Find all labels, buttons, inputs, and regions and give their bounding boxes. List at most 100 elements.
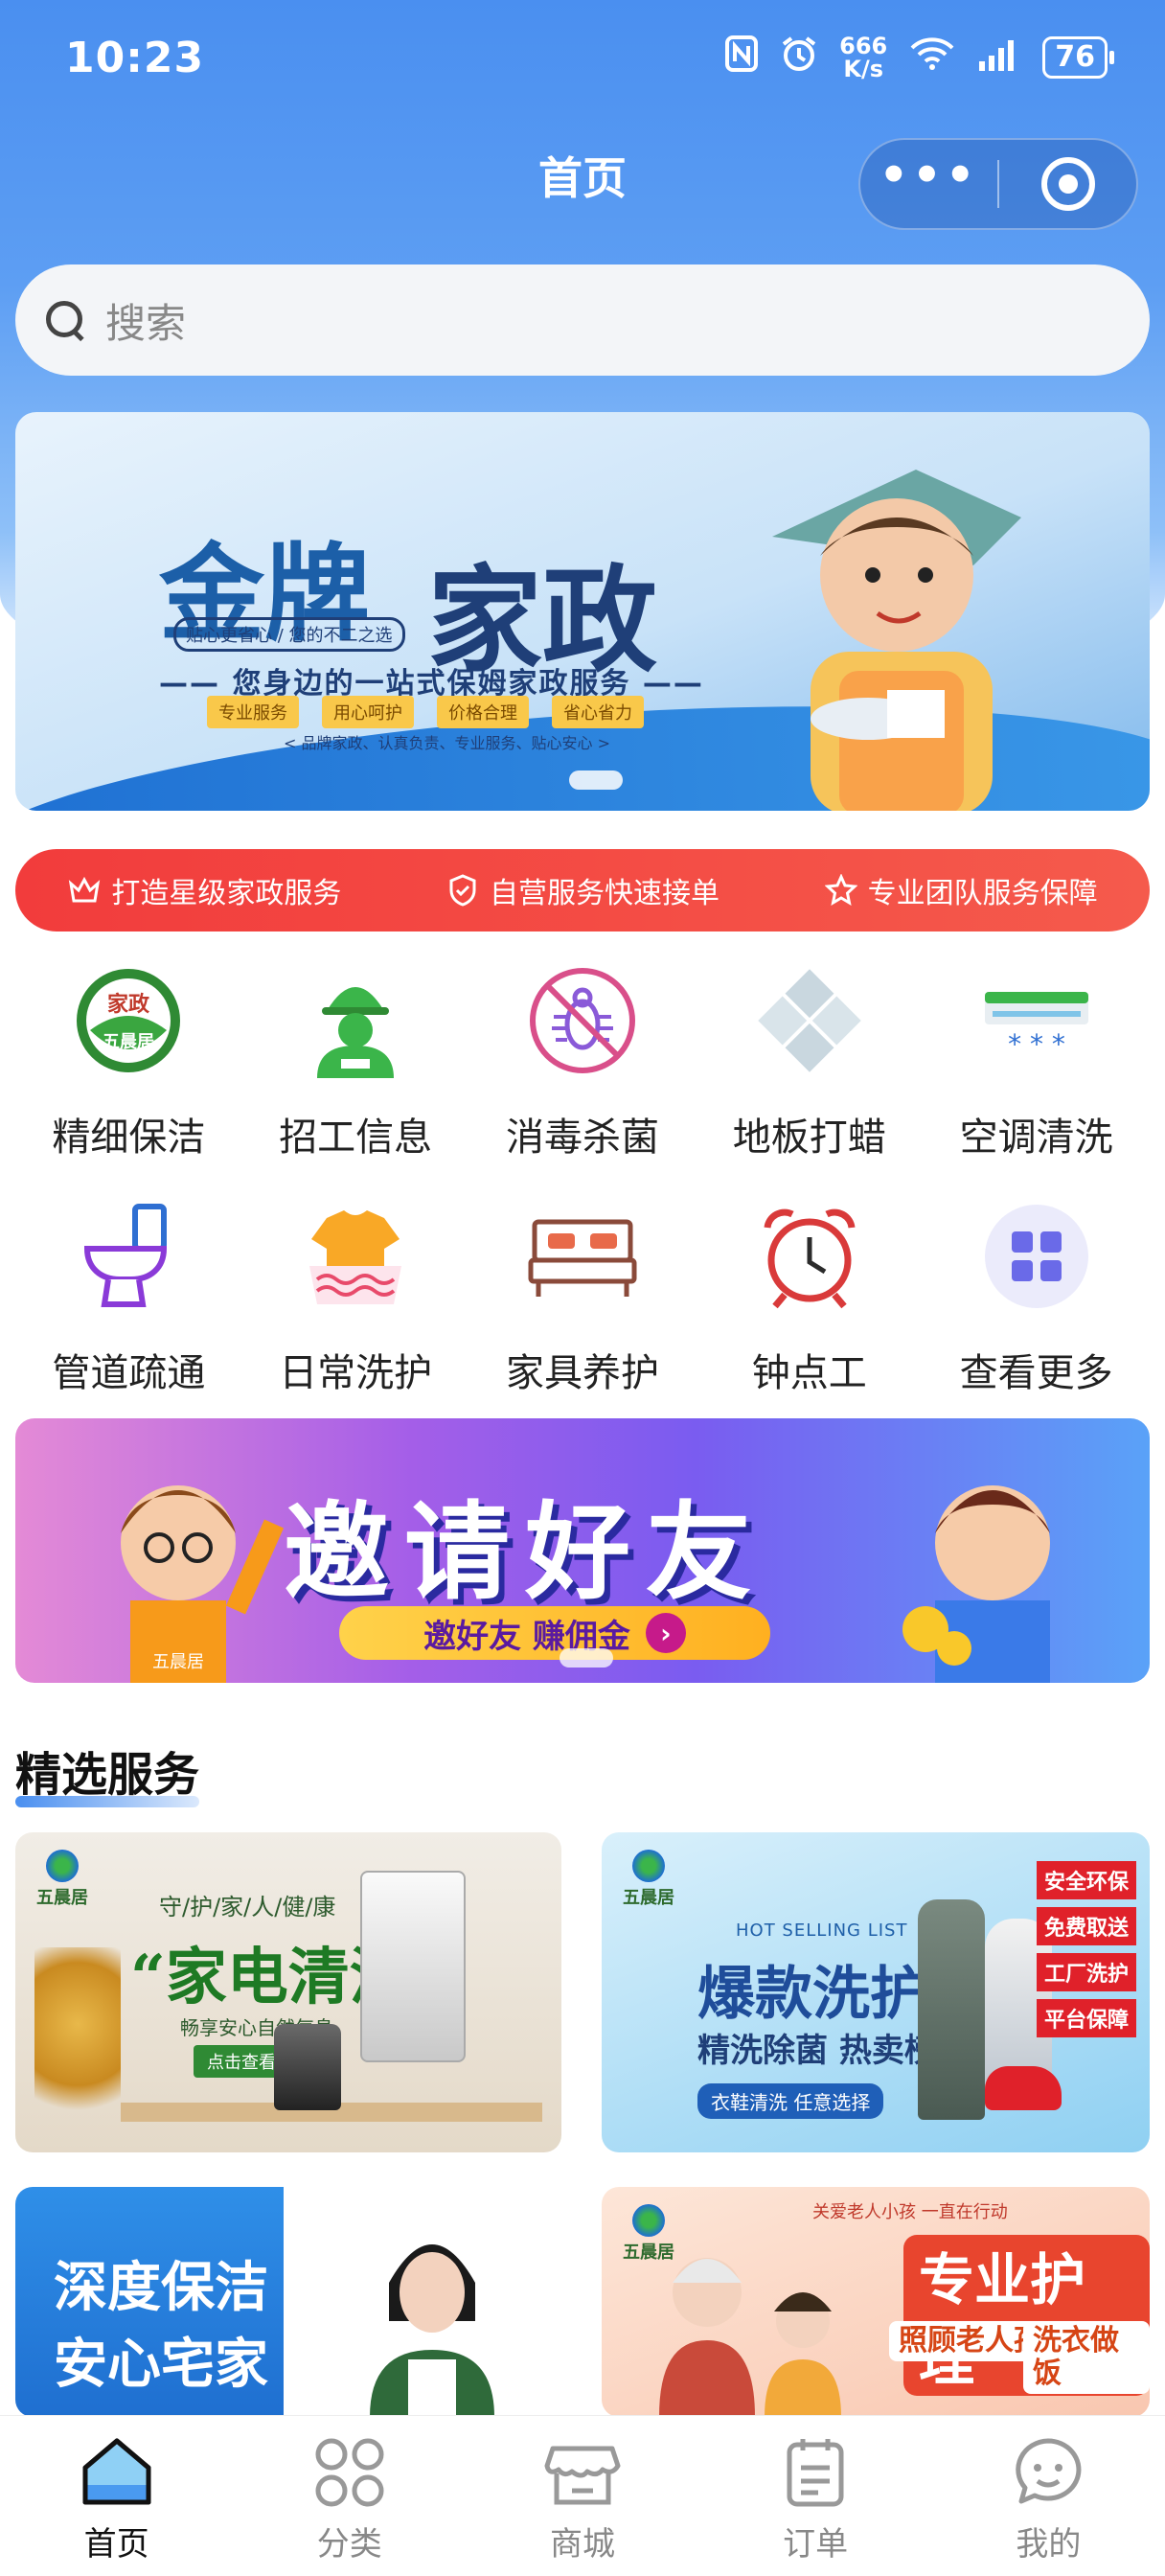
tab-profile[interactable]: 我的 bbox=[952, 2433, 1144, 2564]
boy-illustration bbox=[902, 1485, 1050, 1683]
close-program-button[interactable] bbox=[999, 140, 1136, 228]
network-speed-unit: K/s bbox=[843, 56, 884, 82]
category-disinfection[interactable]: 消毒杀菌 bbox=[469, 949, 697, 1165]
more-menu-button[interactable]: ••• bbox=[860, 140, 997, 228]
service-card-deep-cleaning[interactable]: 深度保洁 安心宅家 bbox=[15, 2187, 561, 2417]
category-recruitment[interactable]: 招工信息 bbox=[242, 949, 469, 1165]
tab-shop[interactable]: 商城 bbox=[487, 2433, 678, 2564]
status-icons: 666 K/s 76 bbox=[724, 34, 1114, 81]
network-speed: 666 K/s bbox=[839, 34, 887, 80]
category-view-more[interactable]: 查看更多 bbox=[923, 1184, 1150, 1401]
category-daily-wash[interactable]: 日常洗护 bbox=[242, 1184, 469, 1401]
tab-label: 首页 bbox=[83, 2525, 149, 2564]
brand-name: 五晨居 bbox=[623, 1888, 674, 1908]
category-label: 招工信息 bbox=[279, 1116, 433, 1160]
section-title: 精选服务 bbox=[15, 1736, 200, 1807]
air-conditioner-icon: * * * bbox=[974, 958, 1099, 1083]
cleaner-photo bbox=[370, 2244, 494, 2417]
hero-banner[interactable]: 金牌 家政 贴心更省心 / 您的不二之选 —— 您身边的一站式保姆家政服务 ——… bbox=[15, 412, 1150, 811]
category-furniture-care[interactable]: 家具养护 bbox=[469, 1184, 697, 1401]
brand-logo-icon bbox=[632, 2204, 665, 2237]
plant-decoration bbox=[34, 1947, 121, 2139]
shirt-wash-icon bbox=[293, 1194, 418, 1319]
tab-home[interactable]: 首页 bbox=[21, 2433, 213, 2564]
promise-item: 自营服务快速接单 bbox=[445, 869, 720, 911]
card-tagline: 守/护/家/人/健/康 bbox=[159, 1894, 336, 1920]
tab-orders[interactable]: 订单 bbox=[720, 2433, 911, 2564]
shield-check-icon bbox=[445, 873, 480, 908]
chat-profile-icon bbox=[1009, 2433, 1087, 2512]
invite-title: 邀请好友 bbox=[284, 1491, 766, 1614]
invite-earn-button[interactable]: 邀好友 赚佣金 › bbox=[339, 1606, 770, 1660]
card-subtitle: 精洗除菌 热卖榜 bbox=[697, 2032, 937, 2070]
hero-tag: 价格合理 bbox=[437, 696, 529, 728]
hero-footer: < 品牌家政、认真负责、专业服务、贴心安心 > bbox=[284, 734, 610, 752]
card-badges: 安全环保 免费取送 工厂洗护 平台保障 bbox=[1036, 1861, 1136, 2037]
grid-more-icon bbox=[974, 1194, 1099, 1319]
logo-text-top: 家政 bbox=[107, 992, 150, 1017]
shop-icon bbox=[543, 2433, 622, 2512]
category-fine-cleaning[interactable]: 家政 五晨居 精细保洁 bbox=[15, 949, 242, 1165]
service-card-appliance-cleaning[interactable]: 五晨居 守/护/家/人/健/康 “家电清洗” 畅享安心自然气息 点击查看 bbox=[15, 1832, 561, 2152]
chevron-right-icon: › bbox=[645, 1613, 686, 1653]
more-dots-icon: ••• bbox=[879, 149, 979, 202]
promise-label: 打造星级家政服务 bbox=[111, 877, 342, 910]
brand-logo: 五晨居 bbox=[623, 1850, 674, 1909]
housekeeping-logo-icon: 家政 五晨居 bbox=[66, 958, 191, 1083]
category-hourly-worker[interactable]: 钟点工 bbox=[696, 1184, 923, 1401]
card-badge: 平台保障 bbox=[1036, 1999, 1136, 2037]
hero-tag: 专业服务 bbox=[207, 696, 299, 728]
category-label: 空调清洗 bbox=[959, 1116, 1113, 1160]
category-ac-cleaning[interactable]: * * * 空调清洗 bbox=[923, 949, 1150, 1165]
family-illustration bbox=[659, 2258, 841, 2417]
tab-label: 分类 bbox=[316, 2525, 382, 2564]
brand-logo-icon bbox=[632, 1850, 665, 1882]
status-bar: 10:23 666 K/s 76 bbox=[0, 0, 1165, 115]
worker-helmet-icon bbox=[293, 958, 418, 1083]
card-eyebrow: 关爱老人小孩 一直在行动 bbox=[812, 2202, 1008, 2222]
svg-text:* * *: * * * bbox=[1008, 1028, 1065, 1060]
hero-tag: 用心呵护 bbox=[322, 696, 414, 728]
signal-icon bbox=[977, 34, 1021, 81]
hero-tags: 专业服务 用心呵护 价格合理 省心省力 bbox=[207, 696, 644, 728]
category-label: 钟点工 bbox=[751, 1351, 867, 1395]
card-title: 爆款洗护 bbox=[697, 1961, 927, 2028]
service-card-professional-care[interactable]: 五晨居 关爱老人小孩 一直在行动 专业护理 照顾老人孩子 洗衣做饭 bbox=[602, 2187, 1150, 2417]
card-title-line1: 深度保洁 bbox=[54, 2257, 268, 2319]
category-label: 管道疏通 bbox=[52, 1351, 206, 1395]
bed-icon bbox=[520, 1194, 645, 1319]
mini-program-capsule: ••• bbox=[858, 138, 1138, 230]
tab-label: 商城 bbox=[549, 2525, 615, 2564]
card-badge-right: 洗衣做饭 bbox=[1023, 2321, 1150, 2394]
shoe-image bbox=[985, 2066, 1062, 2110]
star-icon bbox=[824, 873, 858, 908]
category-label: 精细保洁 bbox=[52, 1116, 206, 1160]
category-pipe-unclog[interactable]: 管道疏通 bbox=[15, 1184, 242, 1401]
category-label: 消毒杀菌 bbox=[505, 1116, 659, 1160]
invite-banner[interactable]: 五晨居 邀请好友 邀好友 赚佣金 › bbox=[15, 1418, 1150, 1683]
promise-label: 专业团队服务保障 bbox=[867, 877, 1098, 910]
brand-logo: 五晨居 bbox=[36, 1850, 88, 1909]
tab-category[interactable]: 分类 bbox=[254, 2433, 445, 2564]
tab-label: 我的 bbox=[1016, 2525, 1082, 2564]
hero-tag: 省心省力 bbox=[552, 696, 644, 728]
home-icon bbox=[78, 2433, 156, 2512]
category-label: 家具养护 bbox=[505, 1351, 659, 1395]
target-icon bbox=[1040, 157, 1095, 211]
bottom-tab-bar: 首页 分类 商城 订单 我的 bbox=[0, 2415, 1165, 2576]
kettle-image bbox=[274, 2024, 341, 2110]
search-bar[interactable]: 搜索 bbox=[15, 264, 1150, 376]
card-badge: 工厂洗护 bbox=[1036, 1953, 1136, 1991]
no-bug-icon bbox=[520, 958, 645, 1083]
search-icon bbox=[44, 299, 86, 341]
nfc-icon bbox=[724, 34, 759, 81]
invite-brand: 五晨居 bbox=[152, 1652, 204, 1672]
service-card-hot-laundry[interactable]: 五晨居 HOT SELLING LIST 爆款洗护 精洗除菌 热卖榜 衣鞋清洗 … bbox=[602, 1832, 1150, 2152]
network-speed-value: 666 bbox=[839, 33, 888, 59]
tab-label: 订单 bbox=[783, 2525, 849, 2564]
brand-logo-icon bbox=[46, 1850, 79, 1882]
search-placeholder: 搜索 bbox=[105, 299, 187, 347]
toilet-icon bbox=[66, 1194, 191, 1319]
category-floor-waxing[interactable]: 地板打蜡 bbox=[696, 949, 923, 1165]
coat-image bbox=[918, 1899, 985, 2120]
